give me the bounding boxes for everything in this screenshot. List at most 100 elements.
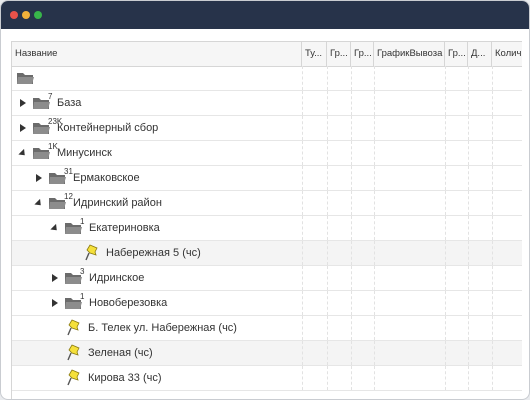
column-separator	[468, 216, 469, 240]
app-window: Название Ту... Гр... Гр... ГрафикВывоза …	[0, 0, 530, 400]
pushpin-icon	[67, 344, 80, 361]
tree-row-item[interactable]: Зеленая (чс)	[12, 341, 522, 366]
tree-row-label: Зеленая (чс)	[88, 347, 153, 359]
column-separator	[327, 116, 328, 140]
column-separator	[445, 116, 446, 140]
column-separator	[445, 316, 446, 340]
expand-arrow-icon[interactable]	[36, 174, 42, 182]
column-separator	[327, 141, 328, 165]
folder-open-icon	[17, 73, 34, 84]
column-separator	[492, 91, 493, 115]
column-separator	[327, 166, 328, 190]
column-header-count[interactable]: Колич	[492, 42, 522, 66]
tree-row-item[interactable]: Набережная 5 (чс)	[12, 241, 522, 266]
tree-row-item[interactable]: Б. Телек ул. Набережная (чс)	[12, 316, 522, 341]
column-separator	[327, 241, 328, 265]
column-separator	[468, 141, 469, 165]
column-separator	[302, 341, 303, 365]
tree-row-label: Кирова 33 (чс)	[88, 372, 162, 384]
tree-row-label: Идринский район	[73, 197, 162, 209]
column-separator	[351, 66, 352, 90]
tree-row-folder[interactable]	[12, 66, 522, 91]
column-separator	[302, 366, 303, 390]
column-separator	[327, 66, 328, 90]
column-header-group-1[interactable]: Гр...	[327, 42, 351, 66]
column-separator	[445, 341, 446, 365]
count-badge: 31	[64, 167, 73, 176]
column-separator	[445, 191, 446, 215]
column-separator	[492, 191, 493, 215]
tree-row-folder[interactable]: 1 Екатериновка	[12, 216, 522, 241]
column-separator	[327, 191, 328, 215]
tree-row-folder[interactable]: 3 Идринское	[12, 266, 522, 291]
column-separator	[468, 116, 469, 140]
column-separator	[445, 266, 446, 290]
column-separator	[351, 91, 352, 115]
column-separator	[351, 316, 352, 340]
column-separator	[351, 291, 352, 315]
tree-row-label: Минусинск	[57, 147, 112, 159]
close-window-button[interactable]	[10, 11, 18, 19]
column-separator	[445, 66, 446, 90]
column-separator	[327, 366, 328, 390]
column-separator	[492, 66, 493, 90]
column-separator	[351, 366, 352, 390]
column-separator	[445, 166, 446, 190]
tree-row-folder[interactable]: 23K Контейнерный сбор	[12, 116, 522, 141]
tree-row-folder[interactable]: 31 Ермаковское	[12, 166, 522, 191]
tree-row-item[interactable]: Кирова 33 (чс)	[12, 366, 522, 391]
column-separator	[351, 341, 352, 365]
collapse-arrow-icon[interactable]	[50, 223, 60, 234]
column-separator	[351, 216, 352, 240]
column-separator	[492, 116, 493, 140]
column-header-type[interactable]: Ту...	[302, 42, 327, 66]
column-separator	[302, 91, 303, 115]
column-separator	[468, 366, 469, 390]
column-header-d[interactable]: Д...	[468, 42, 492, 66]
tree-row-label: Контейнерный сбор	[57, 122, 159, 134]
tree-row-folder[interactable]: 1K Минусинск	[12, 141, 522, 166]
count-badge: 7	[48, 92, 53, 101]
column-separator	[374, 141, 375, 165]
column-separator	[302, 191, 303, 215]
expand-arrow-icon[interactable]	[52, 274, 58, 282]
tree-row-folder[interactable]: 7 База	[12, 91, 522, 116]
tree-grid: Название Ту... Гр... Гр... ГрафикВывоза …	[11, 41, 522, 399]
column-separator	[492, 291, 493, 315]
column-separator	[492, 166, 493, 190]
column-separator	[374, 216, 375, 240]
column-separator	[351, 116, 352, 140]
column-separator	[374, 366, 375, 390]
column-header-group-2[interactable]: Гр...	[351, 42, 374, 66]
column-separator	[351, 266, 352, 290]
column-separator	[302, 141, 303, 165]
expand-arrow-icon[interactable]	[20, 124, 26, 132]
column-separator	[492, 316, 493, 340]
column-separator	[302, 291, 303, 315]
column-separator	[302, 216, 303, 240]
tree-row-label: Набережная 5 (чс)	[106, 247, 201, 259]
column-header-group-3[interactable]: Гр...	[445, 42, 468, 66]
column-separator	[468, 66, 469, 90]
collapse-arrow-icon[interactable]	[34, 198, 44, 209]
tree-row-folder[interactable]: 1 Новоберезовка	[12, 291, 522, 316]
column-separator	[445, 216, 446, 240]
count-badge: 3	[80, 267, 85, 276]
column-separator	[374, 266, 375, 290]
column-header-schedule[interactable]: ГрафикВывоза	[374, 42, 445, 66]
expand-arrow-icon[interactable]	[52, 299, 58, 307]
pushpin-icon	[67, 319, 80, 336]
column-separator	[468, 291, 469, 315]
collapse-arrow-icon[interactable]	[18, 148, 28, 159]
expand-arrow-icon[interactable]	[20, 99, 26, 107]
column-separator	[302, 166, 303, 190]
column-separator	[374, 166, 375, 190]
tree-row-folder[interactable]: 12 Идринский район	[12, 191, 522, 216]
column-separator	[468, 166, 469, 190]
maximize-window-button[interactable]	[34, 11, 42, 19]
column-header-name[interactable]: Название	[12, 42, 302, 66]
tree-row-label: База	[57, 97, 82, 109]
tree-row-label: Новоберезовка	[89, 297, 168, 309]
minimize-window-button[interactable]	[22, 11, 30, 19]
tree-rows: 7 База 23K Контейнерный сбор 1K Минусинск 31 Ер…	[12, 66, 522, 391]
